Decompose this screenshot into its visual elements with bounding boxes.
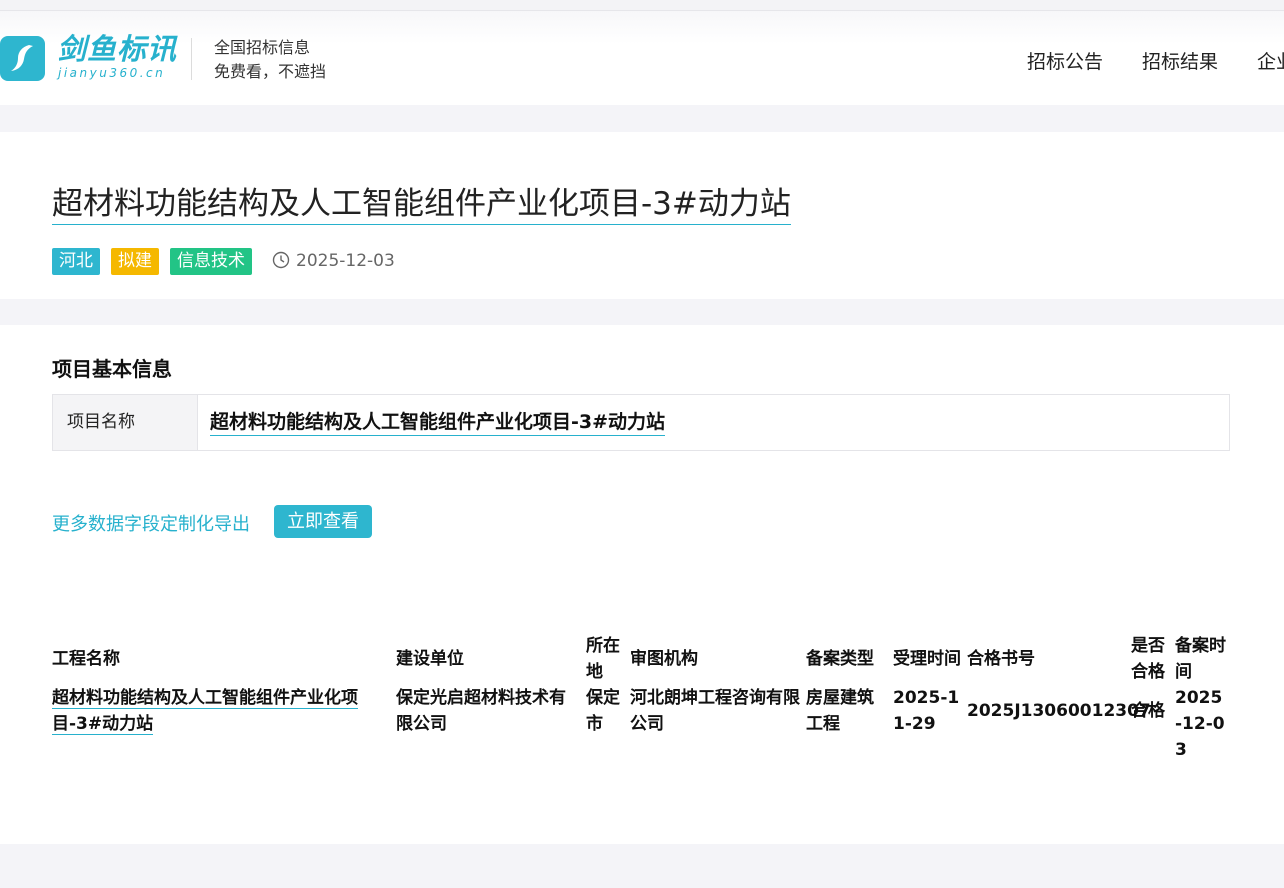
section-title: 项目基本信息 (52, 357, 172, 381)
cell-review-agency: 河北朗坤工程咨询有限公司 (630, 688, 800, 734)
col-header-project-name: 工程名称 (52, 649, 120, 669)
tag-region: 河北 (52, 248, 100, 275)
col-header-location: 所在地 (586, 636, 620, 682)
cell-certificate-no: 2025J13060012307 (967, 701, 1151, 721)
nav-item-bid-notices[interactable]: 招标公告 (1027, 47, 1103, 74)
brand-name[interactable]: 剑鱼标讯 (57, 33, 177, 65)
nav-item-enterprise[interactable]: 企业 (1257, 47, 1284, 74)
notice-title[interactable]: 超材料功能结构及人工智能组件产业化项目-3#动力站 (52, 184, 791, 225)
col-header-accept-time: 受理时间 (893, 649, 961, 669)
col-header-filing-type: 备案类型 (806, 649, 874, 669)
slogan-line-2: 免费看，不遮挡 (214, 62, 327, 81)
col-header-builder: 建设单位 (396, 649, 464, 669)
tag-stage: 拟建 (111, 248, 159, 275)
publish-date-text: 2025-12-03 (296, 251, 395, 271)
cell-location: 保定市 (586, 688, 620, 734)
logo-divider (191, 38, 192, 80)
slogan: 全国招标信息 免费看，不遮挡 (214, 36, 326, 84)
cell-builder: 保定光启超材料技术有限公司 (396, 688, 566, 734)
col-header-certificate-no: 合格书号 (967, 649, 1035, 669)
nav-item-bid-results[interactable]: 招标结果 (1142, 47, 1218, 74)
site-header: 剑鱼标讯 jianyu360.cn 全国招标信息 免费看，不遮挡 招标公告 招标… (0, 11, 1284, 105)
logo-icon[interactable] (0, 36, 45, 81)
clock-icon (272, 251, 290, 269)
cell-project-name[interactable]: 超材料功能结构及人工智能组件产业化项目-3#动力站 (52, 688, 358, 735)
tag-industry: 信息技术 (170, 248, 252, 275)
notice-header-card: 超材料功能结构及人工智能组件产业化项目-3#动力站 河北 拟建 信息技术 202… (0, 132, 1284, 299)
col-header-filing-time: 备案时间 (1175, 636, 1226, 682)
cell-qualified: 合格 (1131, 701, 1165, 721)
table-row[interactable]: 超材料功能结构及人工智能组件产业化项目-3#动力站 (52, 685, 386, 737)
publish-date: 2025-12-03 (272, 251, 395, 271)
cell-accept-time: 2025-11-29 (893, 688, 960, 734)
project-name-label: 项目名称 (53, 395, 198, 450)
col-header-review-agency: 审图机构 (630, 649, 698, 669)
browser-top-strip (0, 0, 1284, 11)
project-info-card: 项目基本信息 项目名称 超材料功能结构及人工智能组件产业化项目-3#动力站 更多… (0, 325, 1284, 844)
col-header-qualified: 是否合格 (1131, 636, 1165, 682)
view-now-button[interactable]: 立即查看 (274, 505, 372, 538)
slogan-line-1: 全国招标信息 (214, 38, 311, 57)
custom-export-link[interactable]: 更多数据字段定制化导出 (52, 510, 250, 536)
brand-domain: jianyu360.cn (58, 66, 166, 80)
project-name-value[interactable]: 超材料功能结构及人工智能组件产业化项目-3#动力站 (210, 409, 666, 436)
cell-filing-time: 2025-12-03 (1175, 688, 1225, 760)
page: 剑鱼标讯 jianyu360.cn 全国招标信息 免费看，不遮挡 招标公告 招标… (0, 0, 1284, 888)
basic-info-table: 项目名称 超材料功能结构及人工智能组件产业化项目-3#动力站 (52, 394, 1230, 451)
cell-filing-type: 房屋建筑工程 (806, 688, 874, 734)
